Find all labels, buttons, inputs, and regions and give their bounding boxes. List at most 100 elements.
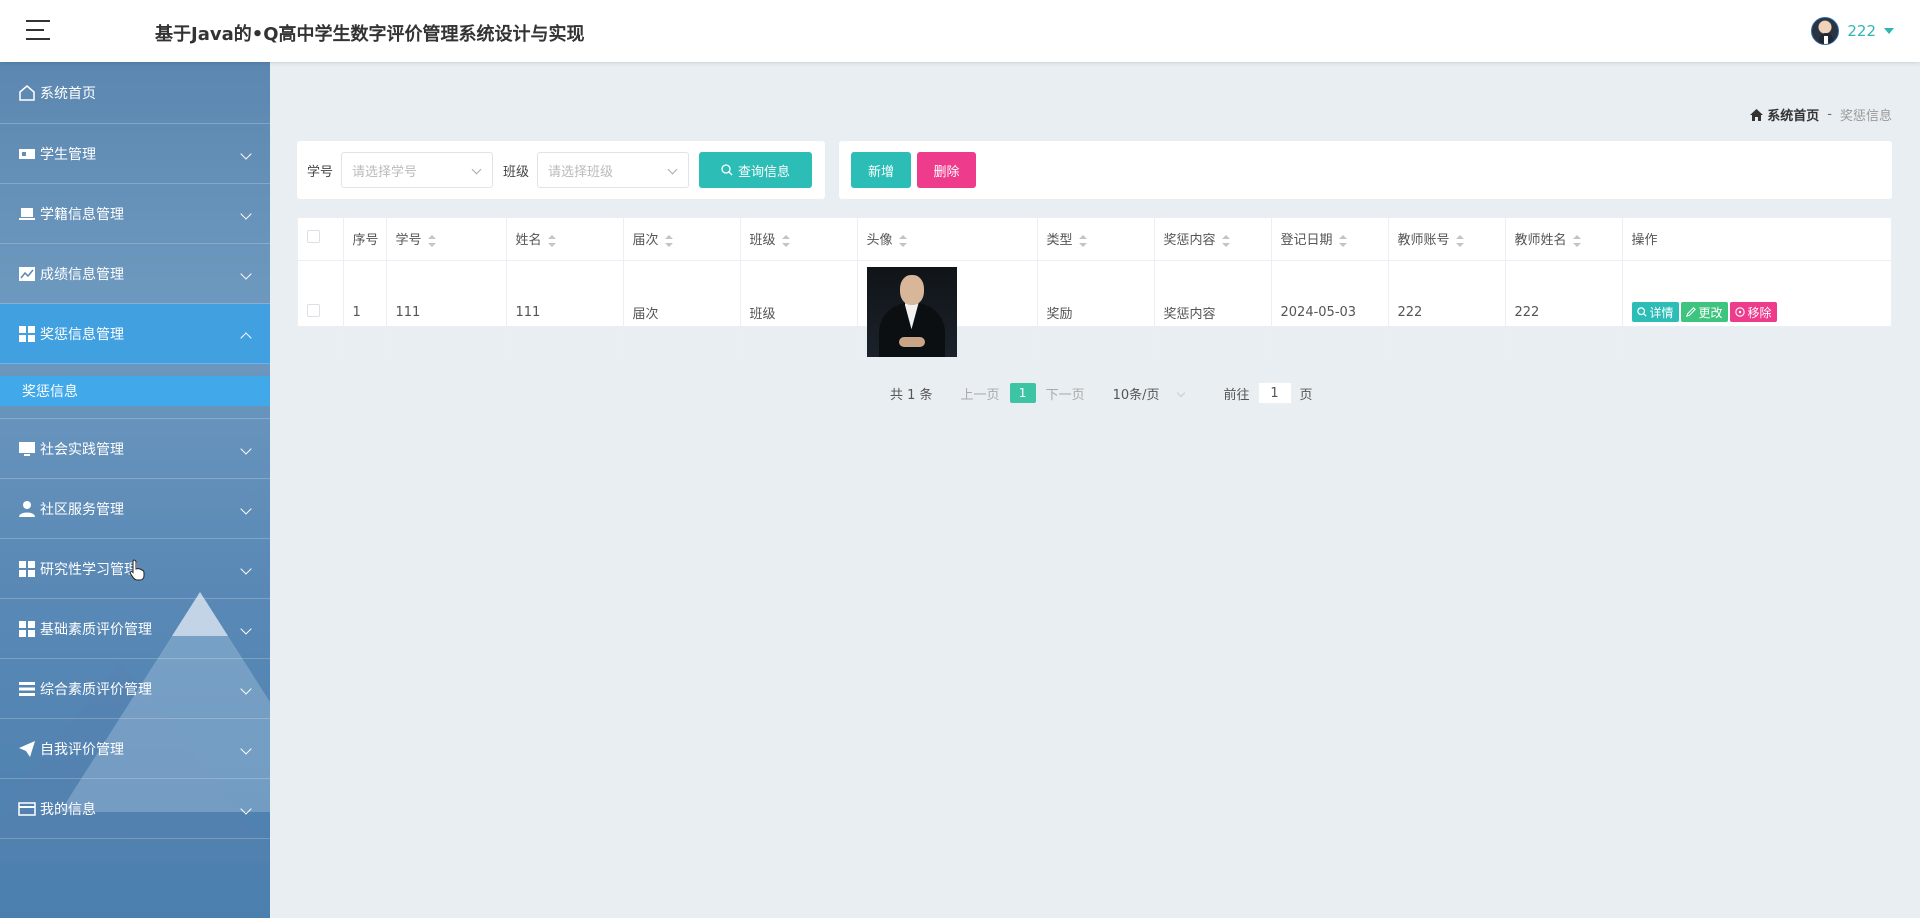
cell-photo bbox=[857, 260, 1038, 364]
query-button-label: 查询信息 bbox=[738, 163, 791, 179]
user-menu[interactable]: 222 bbox=[1811, 17, 1894, 45]
student-photo[interactable] bbox=[866, 267, 957, 358]
sidebar-subitem-rewards-info[interactable]: 奖惩信息 bbox=[0, 376, 270, 406]
next-page-button[interactable]: 下一页 bbox=[1046, 384, 1085, 403]
breadcrumb-current: 奖惩信息 bbox=[1839, 109, 1892, 124]
menu-toggle-icon[interactable] bbox=[26, 20, 50, 42]
column-header[interactable]: 届次 bbox=[623, 218, 741, 261]
cell-date: 2024-05-03 bbox=[1271, 260, 1389, 364]
column-header[interactable]: 教师姓名 bbox=[1505, 218, 1623, 261]
column-header[interactable]: 学号 bbox=[386, 218, 507, 261]
sort-icon[interactable] bbox=[1078, 234, 1087, 247]
remove-button-label: 移除 bbox=[1747, 305, 1772, 320]
sort-icon[interactable] bbox=[547, 234, 556, 247]
chevron-down-icon bbox=[1176, 388, 1185, 398]
class-label: 班级 bbox=[503, 164, 530, 180]
sidebar-item-basic-quality[interactable]: 基础素质评价管理 bbox=[0, 599, 270, 659]
app-title: 基于Java的•Q高中学生数字评价管理系统设计与实现 bbox=[155, 24, 585, 45]
sidebar-item-my-info[interactable]: 我的信息 bbox=[0, 779, 270, 839]
grid-icon bbox=[18, 325, 36, 343]
home-icon bbox=[18, 84, 36, 102]
breadcrumb-home-label[interactable]: 系统首页 bbox=[1767, 105, 1819, 124]
sort-icon[interactable] bbox=[781, 234, 790, 247]
chevron-down-icon bbox=[240, 623, 252, 635]
student-no-placeholder: 请选择学号 bbox=[352, 164, 418, 180]
row-checkbox[interactable] bbox=[307, 303, 320, 317]
search-panel: 学号 请选择学号 班级 请选择班级 查询信息 bbox=[297, 141, 825, 199]
goto-page-input[interactable]: 1 bbox=[1257, 382, 1292, 404]
chevron-down-icon bbox=[240, 148, 252, 160]
column-header[interactable]: 奖惩内容 bbox=[1154, 218, 1272, 261]
cell-class: 班级 bbox=[740, 260, 858, 364]
sidebar-item-grades[interactable]: 成绩信息管理 bbox=[0, 244, 270, 304]
page-size-select[interactable]: 10条/页 bbox=[1113, 384, 1185, 403]
sort-icon[interactable] bbox=[1338, 234, 1347, 247]
sort-icon[interactable] bbox=[427, 234, 436, 247]
user-icon bbox=[18, 500, 36, 518]
detail-button[interactable]: 详情 bbox=[1631, 302, 1679, 323]
column-header[interactable]: 登记日期 bbox=[1271, 218, 1389, 261]
column-header[interactable]: 班级 bbox=[740, 218, 858, 261]
top-header: 基于Java的•Q高中学生数字评价管理系统设计与实现 222 bbox=[0, 0, 1920, 62]
sidebar-item-label: 学生管理 bbox=[40, 146, 96, 163]
page-number-current[interactable]: 1 bbox=[1009, 383, 1036, 403]
search-icon bbox=[1636, 307, 1647, 317]
sidebar-item-label: 学籍信息管理 bbox=[40, 206, 124, 223]
sidebar-item-comprehensive-quality[interactable]: 综合素质评价管理 bbox=[0, 659, 270, 719]
remove-button[interactable]: 移除 bbox=[1729, 302, 1777, 323]
username[interactable]: 222 bbox=[1847, 22, 1876, 40]
sidebar-item-home[interactable]: 系统首页 bbox=[0, 62, 270, 124]
chevron-down-icon bbox=[240, 803, 252, 815]
goto-label: 前往 bbox=[1223, 387, 1250, 403]
class-placeholder: 请选择班级 bbox=[548, 164, 614, 180]
query-button[interactable]: 查询信息 bbox=[699, 152, 813, 188]
sidebar-item-community-service[interactable]: 社区服务管理 bbox=[0, 479, 270, 539]
student-no-select[interactable]: 请选择学号 bbox=[341, 152, 494, 188]
chevron-down-icon bbox=[240, 743, 252, 755]
laptop-icon bbox=[18, 205, 36, 223]
column-header[interactable]: 类型 bbox=[1037, 218, 1155, 261]
breadcrumb-home[interactable]: 系统首页 bbox=[1750, 105, 1819, 124]
edit-button[interactable]: 更改 bbox=[1680, 302, 1728, 323]
header-select-all[interactable] bbox=[298, 218, 344, 261]
chevron-down-icon bbox=[240, 268, 252, 280]
row-select[interactable] bbox=[298, 260, 344, 364]
student-no-label: 学号 bbox=[307, 164, 334, 180]
column-header[interactable]: 姓名 bbox=[506, 218, 624, 261]
chevron-up-icon bbox=[240, 332, 252, 344]
avatar[interactable] bbox=[1811, 17, 1840, 45]
mouse-pointer-icon bbox=[129, 559, 145, 581]
sidebar-item-social-practice[interactable]: 社会实践管理 bbox=[0, 419, 270, 479]
sidebar-item-enrollment[interactable]: 学籍信息管理 bbox=[0, 184, 270, 244]
chevron-down-icon bbox=[240, 683, 252, 695]
column-header: 操作 bbox=[1622, 218, 1891, 261]
sort-icon[interactable] bbox=[1572, 234, 1581, 247]
prev-page-button[interactable]: 上一页 bbox=[961, 384, 1000, 403]
send-icon bbox=[18, 740, 36, 758]
list-icon bbox=[18, 680, 36, 698]
page-unit-label: 页 bbox=[1299, 387, 1313, 403]
breadcrumb-separator: - bbox=[1827, 107, 1832, 122]
sidebar-item-student[interactable]: 学生管理 bbox=[0, 124, 270, 184]
main-content: 系统首页 - 奖惩信息 学号 请选择学号 班级 请选择班级 查询信息 新增 删除 bbox=[270, 62, 1920, 918]
breadcrumb: 系统首页 - 奖惩信息 bbox=[1750, 105, 1892, 124]
sort-icon[interactable] bbox=[664, 234, 673, 247]
cell-name: 111 bbox=[506, 260, 624, 364]
class-select[interactable]: 请选择班级 bbox=[537, 152, 690, 188]
select-all-checkbox[interactable] bbox=[307, 230, 320, 244]
column-header[interactable]: 头像 bbox=[857, 218, 1038, 261]
pagination-total: 共 1 条 bbox=[890, 387, 933, 403]
sort-icon[interactable] bbox=[1455, 234, 1464, 247]
delete-button[interactable]: 删除 bbox=[917, 152, 976, 188]
search-icon bbox=[721, 164, 733, 176]
sort-icon[interactable] bbox=[1221, 234, 1230, 247]
column-header[interactable]: 教师账号 bbox=[1388, 218, 1506, 261]
sidebar-item-label: 社区服务管理 bbox=[40, 501, 124, 518]
caret-down-icon[interactable] bbox=[1884, 28, 1894, 34]
home-icon bbox=[1750, 108, 1764, 121]
sort-icon[interactable] bbox=[898, 234, 907, 247]
chevron-down-icon bbox=[240, 208, 252, 220]
add-button[interactable]: 新增 bbox=[851, 152, 911, 188]
sidebar-item-self-evaluation[interactable]: 自我评价管理 bbox=[0, 719, 270, 779]
sidebar-item-rewards[interactable]: 奖惩信息管理 bbox=[0, 304, 270, 364]
